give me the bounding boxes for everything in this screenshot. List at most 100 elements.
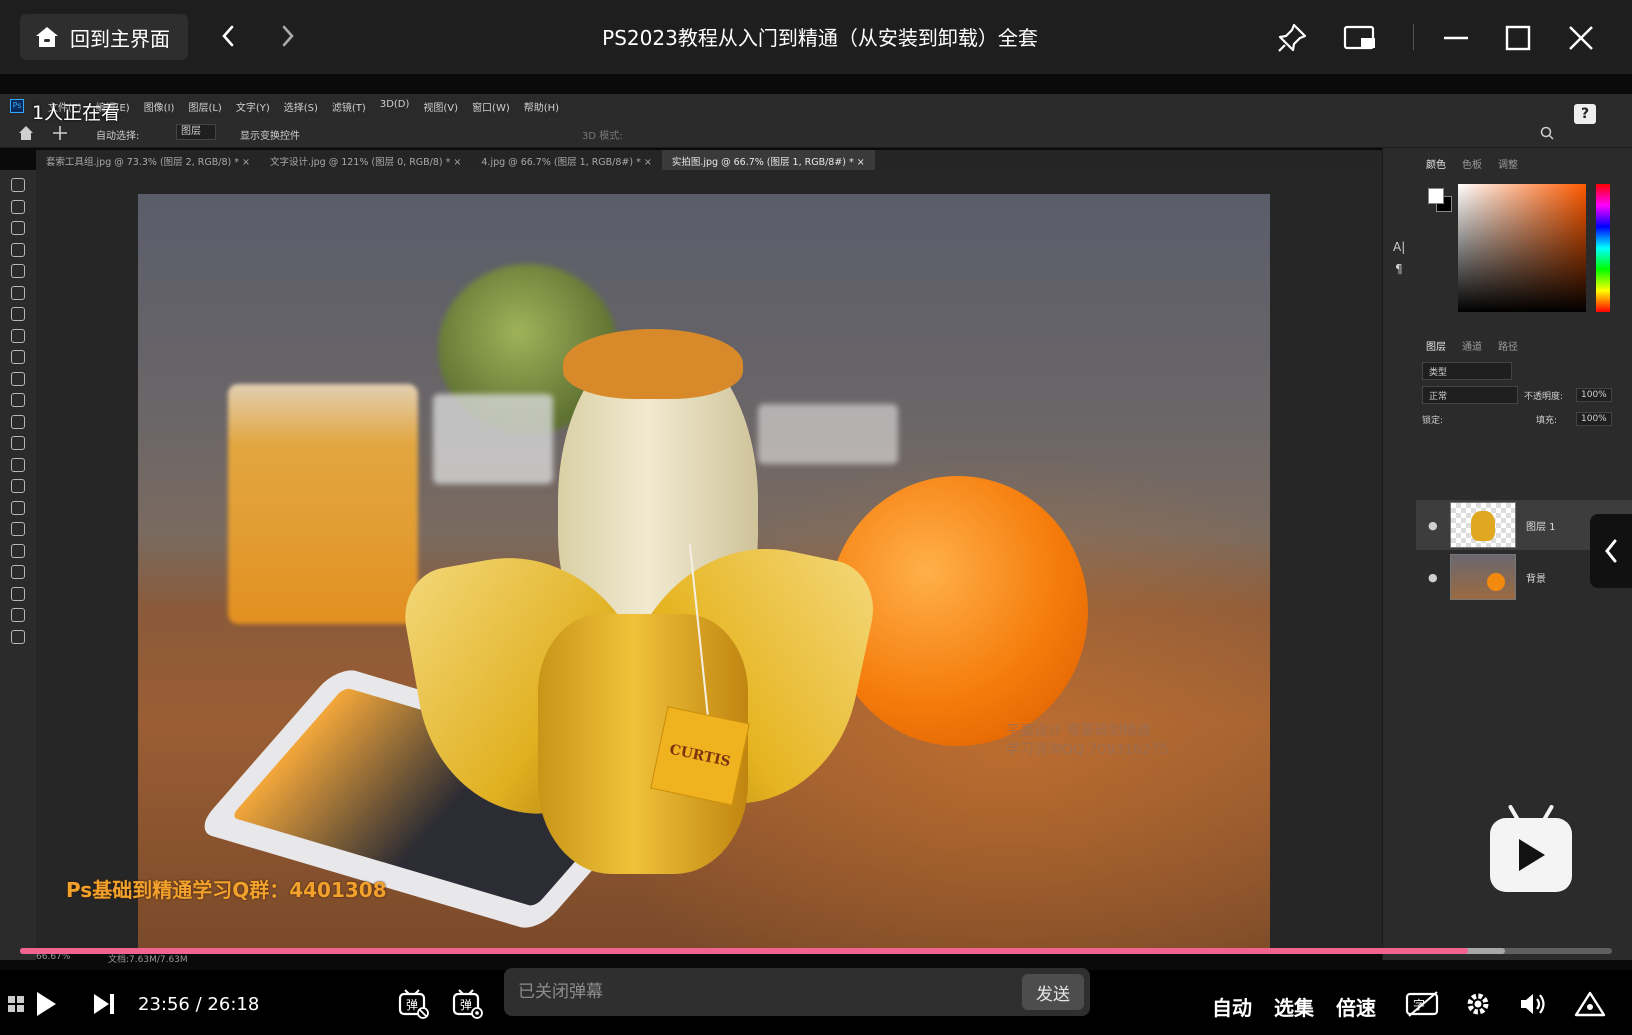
ps-color-field bbox=[1458, 184, 1586, 312]
ps-tool-icon bbox=[11, 414, 25, 429]
ps-tool-icon bbox=[11, 242, 25, 257]
ps-paragraph-panel-icon: ¶ bbox=[1395, 262, 1403, 276]
svg-text:弹: 弹 bbox=[460, 998, 472, 1012]
ps-toolbar bbox=[0, 170, 36, 960]
ps-tool-icon bbox=[11, 264, 25, 278]
danmaku-off-icon: 弹 bbox=[398, 989, 429, 1019]
play-icon bbox=[37, 992, 56, 1016]
ps-tool-icon bbox=[11, 393, 25, 407]
windows-icon bbox=[8, 996, 24, 1012]
ps-layer-name: 背景 bbox=[1526, 573, 1546, 585]
video-player[interactable]: Ps 文件(F) 编辑(E) 图像(I) 图层(L) 文字(Y) 选择(S) 滤镜(T) 3D… bbox=[0, 74, 1632, 970]
danmaku-toggle-button[interactable]: 弹 bbox=[396, 988, 432, 1020]
eye-icon: ● bbox=[1428, 518, 1438, 532]
duration: 26:18 bbox=[207, 994, 260, 1015]
ps-menu-item: 图像(I) bbox=[143, 102, 175, 114]
settings-button[interactable] bbox=[1462, 988, 1494, 1020]
pin-icon bbox=[1278, 23, 1307, 52]
minimize-button[interactable] bbox=[1436, 18, 1476, 58]
tea-tag-text: CURTIS bbox=[668, 741, 732, 771]
ps-layer-panel-tabs: 图层 通道 路径 bbox=[1416, 330, 1632, 361]
ps-menu-bar: Ps 文件(F) 编辑(E) 图像(I) 图层(L) 文字(Y) 选择(S) 滤镜(T) 3D… bbox=[0, 94, 1632, 118]
side-panel-toggle[interactable] bbox=[1590, 514, 1632, 588]
fullscreen-button[interactable] bbox=[1570, 988, 1610, 1020]
qq-group-banner: Ps基础到精通学习Q群：4401308 bbox=[66, 878, 387, 902]
fullscreen-icon bbox=[1574, 991, 1606, 1017]
ps-menu-list: 文件(F) 编辑(E) 图像(I) 图层(L) 文字(Y) 选择(S) 滤镜(T) 3D(D)… bbox=[48, 99, 559, 114]
danmaku-settings-button[interactable]: 弹 bbox=[450, 988, 486, 1020]
home-button-label: 回到主界面 bbox=[70, 26, 170, 51]
volume-button[interactable] bbox=[1516, 988, 1548, 1020]
danmaku-input[interactable] bbox=[518, 976, 998, 1008]
windows-icon-button[interactable] bbox=[6, 990, 26, 1018]
ps-hue-strip bbox=[1596, 184, 1610, 312]
time-display: 23:56 / 26:18 bbox=[138, 994, 259, 1015]
danmaku-input-box: 发送 bbox=[504, 968, 1090, 1016]
mini-player-button[interactable] bbox=[1340, 18, 1380, 58]
chevron-left-icon bbox=[222, 25, 234, 47]
ps-3d-mode-label: 3D 模式: bbox=[582, 131, 623, 142]
chevron-right-icon bbox=[282, 25, 294, 47]
ps-lock-label: 锁定: bbox=[1422, 416, 1444, 426]
ps-color-panel-tabs: 颜色 色板 调整 bbox=[1416, 148, 1632, 179]
title-bar: 回到主界面 PS2023教程从入门到精通（从安装到卸载）全套 bbox=[0, 0, 1632, 74]
ps-tool-icon bbox=[11, 500, 25, 515]
gear-icon bbox=[1467, 993, 1489, 1015]
ps-tool-icon bbox=[11, 608, 25, 622]
quality-button[interactable]: 自动 bbox=[1212, 992, 1252, 1021]
ps-tool-icon bbox=[11, 436, 25, 450]
photo-caramel bbox=[563, 329, 743, 399]
progress-bar[interactable] bbox=[20, 948, 1612, 954]
help-icon[interactable]: ? bbox=[1574, 104, 1596, 124]
subtitle-off-icon: 字 bbox=[1405, 991, 1439, 1017]
ps-menu-item: 3D(D) bbox=[379, 98, 410, 110]
ps-tool-icon bbox=[11, 565, 25, 579]
window-title: PS2023教程从入门到精通（从安装到卸载）全套 bbox=[602, 26, 1038, 50]
ps-menu-item: 选择(S) bbox=[283, 102, 318, 114]
send-danmaku-button[interactable]: 发送 bbox=[1022, 974, 1084, 1010]
progress-played bbox=[20, 948, 1469, 954]
mini-player-icon bbox=[1343, 25, 1375, 50]
ps-auto-select-label: 自动选择: bbox=[96, 131, 140, 142]
ps-menu-item: 窗口(W) bbox=[472, 102, 510, 114]
next-button[interactable] bbox=[88, 988, 120, 1020]
chevron-left-icon bbox=[1605, 539, 1617, 563]
maximize-button[interactable] bbox=[1498, 18, 1538, 58]
ps-foreground-swatch bbox=[1428, 188, 1444, 204]
ps-tool-icon bbox=[11, 285, 25, 300]
ps-tool-icon bbox=[11, 350, 25, 364]
ps-layer-thumbnail bbox=[1450, 554, 1516, 600]
forward-button[interactable] bbox=[270, 18, 306, 54]
ps-show-transform-label: 显示变换控件 bbox=[240, 131, 300, 142]
close-button[interactable] bbox=[1561, 18, 1601, 58]
play-icon bbox=[1519, 839, 1545, 871]
ps-tool-icon bbox=[11, 221, 25, 235]
ps-fill-value: 100% bbox=[1576, 412, 1612, 426]
watermark-line-1: 平面设计 零基础到精通 bbox=[1006, 723, 1151, 739]
canvas-photo: CURTIS 平面设计 零基础到精通 学习咨询QQ 709316275 bbox=[138, 194, 1270, 950]
ps-menu-item: 滤镜(T) bbox=[331, 102, 366, 114]
minimize-icon bbox=[1444, 36, 1468, 40]
ps-tool-icon bbox=[11, 178, 25, 192]
ps-menu-item: 图层(L) bbox=[188, 102, 222, 114]
ps-panel-tab: 颜色 bbox=[1426, 160, 1446, 171]
photo-watermark: 平面设计 零基础到精通 学习咨询QQ 709316275 bbox=[1006, 722, 1169, 760]
ps-tool-icon bbox=[11, 307, 25, 321]
home-button[interactable]: 回到主界面 bbox=[20, 14, 188, 60]
back-button[interactable] bbox=[210, 18, 246, 54]
ps-blend-mode: 正常 bbox=[1422, 386, 1518, 404]
photo-pot bbox=[433, 394, 553, 484]
ps-tool-icon bbox=[11, 371, 25, 386]
episodes-button[interactable]: 选集 bbox=[1274, 992, 1314, 1021]
danmaku-settings-icon: 弹 bbox=[452, 989, 483, 1019]
ps-document-tab: 文字设计.jpg @ 121% (图层 0, RGB/8) * × bbox=[269, 157, 462, 168]
ps-options-bar: 自动选择: 图层 显示变换控件 3D 模式: bbox=[0, 118, 1632, 148]
bilibili-play-logo[interactable] bbox=[1490, 818, 1572, 892]
viewer-count: 1人正在看 bbox=[32, 102, 121, 124]
speed-button[interactable]: 倍速 bbox=[1336, 992, 1376, 1021]
play-button[interactable] bbox=[30, 988, 62, 1020]
photo-box bbox=[758, 404, 898, 464]
pin-button[interactable] bbox=[1272, 18, 1312, 58]
ps-document-tab: 实拍图.jpg @ 66.7% (图层 1, RGB/8#) * × bbox=[661, 150, 875, 170]
subtitle-button[interactable]: 字 bbox=[1404, 988, 1442, 1020]
